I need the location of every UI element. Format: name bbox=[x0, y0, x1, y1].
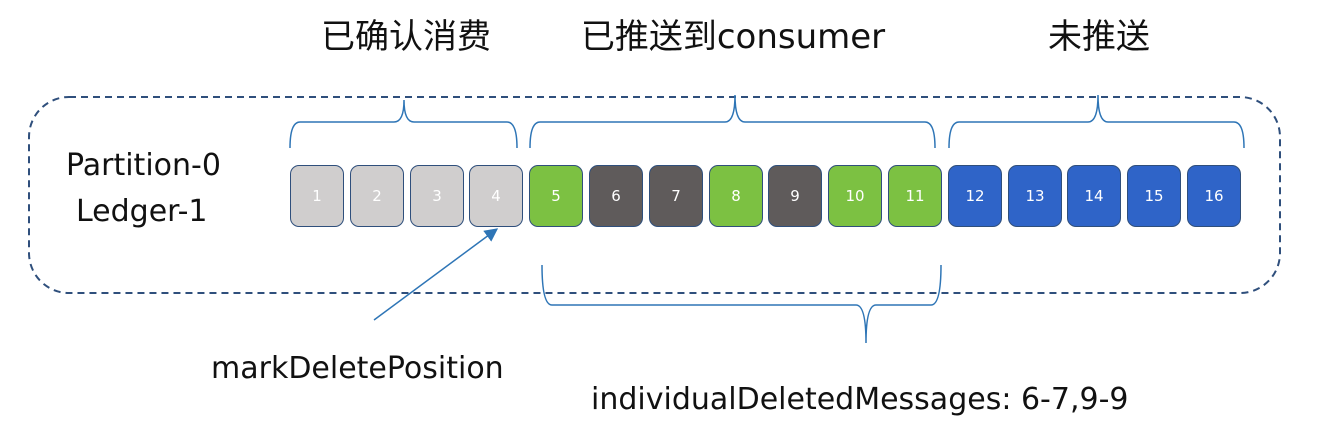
message-cell-1: 1 bbox=[290, 165, 344, 227]
section-label-acked: 已确认消费 bbox=[321, 17, 491, 57]
message-cell-4: 4 bbox=[469, 165, 523, 227]
individual-deleted-messages-label: individualDeletedMessages: 6-7,9-9 bbox=[591, 382, 1129, 417]
mark-delete-arrow bbox=[373, 228, 499, 321]
brace-individual-deleted bbox=[541, 264, 942, 344]
message-cell-3: 3 bbox=[410, 165, 464, 227]
ledger-label: Ledger-1 bbox=[76, 194, 208, 229]
message-cell-9: 9 bbox=[768, 165, 822, 227]
message-cell-11: 11 bbox=[888, 165, 942, 227]
message-cell-10: 10 bbox=[828, 165, 882, 227]
message-cell-6: 6 bbox=[589, 165, 643, 227]
message-cell-14: 14 bbox=[1067, 165, 1121, 227]
message-cell-5: 5 bbox=[529, 165, 583, 227]
mark-delete-position-label: markDeletePosition bbox=[211, 351, 504, 386]
message-cell-8: 8 bbox=[709, 165, 763, 227]
message-cell-2: 2 bbox=[350, 165, 404, 227]
brace-pending bbox=[948, 94, 1245, 149]
message-cell-15: 15 bbox=[1127, 165, 1181, 227]
message-cell-16: 16 bbox=[1187, 165, 1241, 227]
partition-label: Partition-0 bbox=[66, 148, 221, 183]
brace-acked bbox=[289, 99, 518, 149]
brace-dispatched bbox=[529, 94, 936, 149]
section-label-pending: 未推送 bbox=[1048, 17, 1150, 57]
section-label-dispatched: 已推送到consumer bbox=[580, 17, 886, 57]
message-cell-13: 13 bbox=[1008, 165, 1062, 227]
message-cell-7: 7 bbox=[649, 165, 703, 227]
message-cell-12: 12 bbox=[948, 165, 1002, 227]
